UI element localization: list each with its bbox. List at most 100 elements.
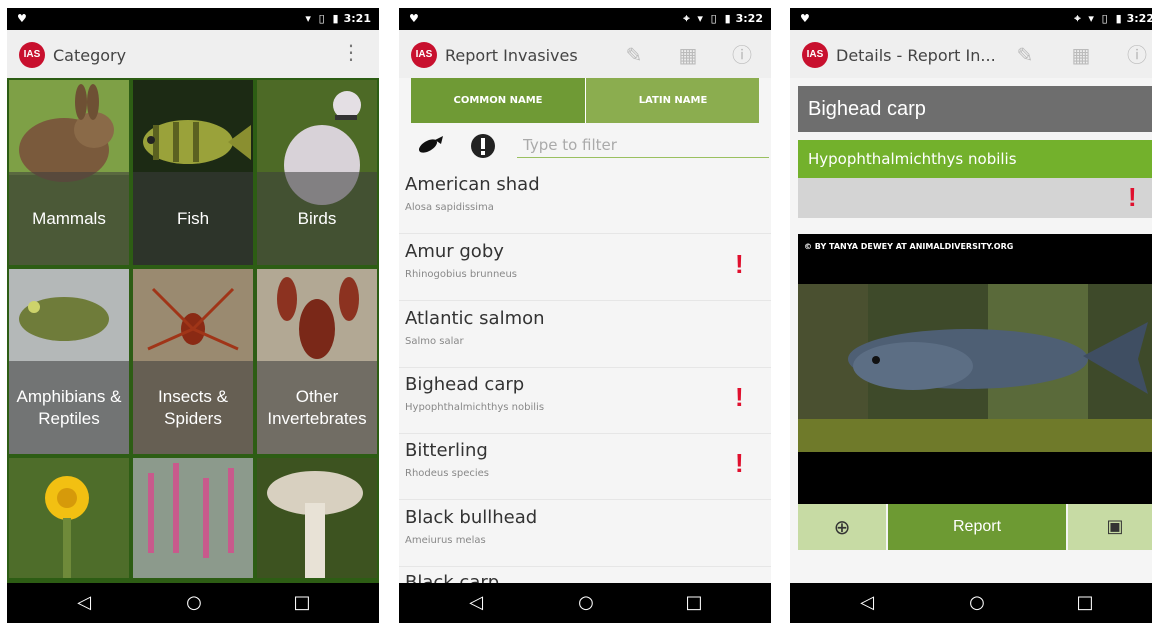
latin-name: Hypophthalmichthys nobilis	[405, 402, 545, 413]
recents-icon[interactable]: □	[679, 591, 709, 615]
back-icon[interactable]: ◁	[852, 591, 882, 615]
latin-name: Salmo salar	[405, 336, 464, 347]
alert-bar: !	[798, 178, 1152, 218]
category-grid: Mammals Fish Birds Amphibians & Reptiles…	[7, 78, 379, 583]
fish-filter-icon[interactable]	[415, 134, 445, 158]
filter-input[interactable]	[517, 132, 769, 158]
sort-tabs: COMMON NAME LATIN NAME	[411, 78, 759, 123]
category-tile-aquatic-plants[interactable]	[133, 458, 253, 578]
overflow-menu-icon[interactable]: ⋮	[341, 42, 361, 62]
latin-name: Rhodeus species	[405, 468, 489, 479]
location-pin-icon: ♥	[409, 12, 419, 25]
page-title: Category	[53, 46, 127, 65]
app-logo: IAS	[19, 42, 45, 68]
status-bar: ♥ ⌖ ▾ ▯ ▮ 3:22	[790, 8, 1152, 30]
latin-name: Alosa sapidissima	[405, 202, 494, 213]
common-name: Amur goby	[405, 241, 504, 262]
species-photo: © BY TANYA DEWEY AT ANIMALDIVERSITY.ORG	[798, 234, 1152, 504]
alert-icon: !	[735, 448, 744, 478]
back-icon[interactable]: ◁	[461, 591, 491, 615]
status-time: 3:22	[735, 12, 763, 25]
status-time: 3:22	[1126, 12, 1152, 25]
bighead-carp-image	[798, 284, 1152, 504]
category-label: Mammals	[9, 172, 129, 265]
info-icon[interactable]: ⓘ	[729, 42, 755, 68]
alert-icon: !	[735, 249, 744, 279]
status-icons: ▾ ▯ ▮ 3:21	[305, 12, 371, 25]
common-name: American shad	[405, 174, 540, 195]
list-item[interactable]: Amur goby Rhinogobius brunneus !	[399, 235, 771, 301]
details-screen: ♥ ⌖ ▾ ▯ ▮ 3:22 IAS Details - Report In...…	[790, 8, 1152, 623]
species-list: American shad Alosa sapidissima Amur gob…	[399, 168, 771, 588]
status-bar: ♥ ▾ ▯ ▮ 3:21	[7, 8, 379, 30]
category-label: Fish	[133, 172, 253, 265]
alert-icon: !	[735, 382, 744, 412]
android-nav-bar: ◁ ○ □	[7, 583, 379, 623]
pencil-icon[interactable]: ✎	[1012, 42, 1038, 68]
latin-name: Ameiurus melas	[405, 535, 486, 546]
back-icon[interactable]: ◁	[69, 591, 99, 615]
tab-common-name[interactable]: COMMON NAME	[411, 78, 585, 123]
category-tile-fish[interactable]: Fish	[133, 80, 253, 265]
category-tile-plants[interactable]	[9, 458, 129, 578]
list-item[interactable]: Bitterling Rhodeus species !	[399, 434, 771, 500]
info-icon[interactable]: ⓘ	[1124, 42, 1150, 68]
alert-icon: !	[1128, 182, 1137, 212]
app-logo[interactable]: IAS	[411, 42, 437, 68]
recents-icon[interactable]: □	[1070, 591, 1100, 615]
category-label: Amphibians & Reptiles	[9, 361, 129, 454]
map-icon[interactable]: ▦	[675, 42, 701, 68]
species-common-name: Bighead carp	[798, 86, 1152, 132]
thistle-image	[9, 458, 129, 578]
category-tile-birds[interactable]: Birds	[257, 80, 377, 265]
list-item[interactable]: Black bullhead Ameiurus melas	[399, 501, 771, 567]
alert-filter-icon[interactable]	[469, 132, 497, 160]
common-name: Bighead carp	[405, 374, 525, 395]
status-bar: ♥ ⌖ ▾ ▯ ▮ 3:22	[399, 8, 771, 30]
latin-name: Rhinogobius brunneus	[405, 269, 518, 280]
filter-row	[399, 128, 771, 164]
category-tile-insects-spiders[interactable]: Insects & Spiders	[133, 269, 253, 454]
home-icon[interactable]: ○	[179, 591, 209, 615]
app-logo[interactable]: IAS	[802, 42, 828, 68]
action-bar: ⊕ Report ▣	[798, 504, 1152, 550]
category-tile-mammals[interactable]: Mammals	[9, 80, 129, 265]
status-icons: ⌖ ▾ ▯ ▮ 3:22	[683, 12, 763, 25]
photo-credit: © BY TANYA DEWEY AT ANIMALDIVERSITY.ORG	[804, 242, 1014, 251]
app-toolbar: IAS Report Invasives ✎ ▦ ⓘ	[399, 30, 771, 78]
report-list-screen: ♥ ⌖ ▾ ▯ ▮ 3:22 IAS Report Invasives ✎ ▦ ⓘ…	[399, 8, 771, 623]
common-name: Atlantic salmon	[405, 308, 545, 329]
status-time: 3:21	[343, 12, 371, 25]
app-toolbar: IAS Details - Report In... ✎ ▦ ⓘ	[790, 30, 1152, 78]
home-icon[interactable]: ○	[962, 591, 992, 615]
app-toolbar: IAS Category ⋮	[7, 30, 379, 78]
mushroom-image	[257, 458, 377, 578]
category-label: Birds	[257, 172, 377, 265]
list-item[interactable]: Bighead carp Hypophthalmichthys nobilis …	[399, 368, 771, 434]
category-tile-other-invertebrates[interactable]: Other Invertebrates	[257, 269, 377, 454]
tab-latin-name[interactable]: LATIN NAME	[586, 78, 760, 123]
list-item[interactable]: American shad Alosa sapidissima	[399, 168, 771, 234]
home-icon[interactable]: ○	[571, 591, 601, 615]
report-button[interactable]: Report	[888, 504, 1066, 550]
page-title: Report Invasives	[445, 46, 578, 65]
category-label: Insects & Spiders	[133, 361, 253, 454]
category-label: Other Invertebrates	[257, 361, 377, 454]
location-pin-icon: ♥	[800, 12, 810, 25]
image-icon[interactable]: ▣	[1068, 504, 1152, 550]
category-tile-amphibians-reptiles[interactable]: Amphibians & Reptiles	[9, 269, 129, 454]
zoom-in-icon[interactable]: ⊕	[798, 504, 886, 550]
android-nav-bar: ◁ ○ □	[790, 583, 1152, 623]
recents-icon[interactable]: □	[287, 591, 317, 615]
common-name: Black bullhead	[405, 507, 538, 528]
list-item[interactable]: Atlantic salmon Salmo salar	[399, 302, 771, 368]
location-pin-icon: ♥	[17, 12, 27, 25]
map-icon[interactable]: ▦	[1068, 42, 1094, 68]
category-screen: ♥ ▾ ▯ ▮ 3:21 IAS Category ⋮ Mammals Fish…	[7, 8, 379, 623]
pencil-icon[interactable]: ✎	[621, 42, 647, 68]
status-icons: ⌖ ▾ ▯ ▮ 3:22	[1074, 12, 1152, 25]
species-latin-name: Hypophthalmichthys nobilis	[798, 140, 1152, 178]
loosestrife-image	[133, 458, 253, 578]
android-nav-bar: ◁ ○ □	[399, 583, 771, 623]
category-tile-fungi[interactable]	[257, 458, 377, 578]
